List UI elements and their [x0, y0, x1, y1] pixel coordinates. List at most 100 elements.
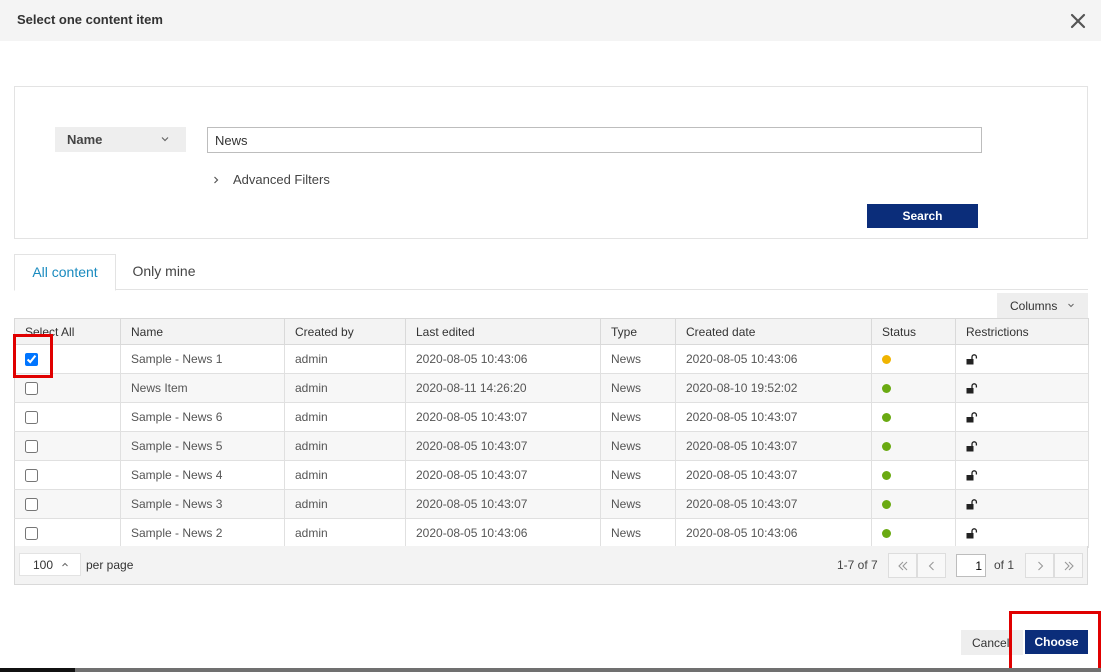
table-row[interactable]: News Item admin 2020-08-11 14:26:20 News 202…	[14, 373, 1089, 403]
chevron-right-icon	[214, 176, 219, 184]
double-chevron-left-icon	[898, 561, 908, 571]
cell-status	[871, 402, 956, 432]
total-pages-label: of 1	[994, 558, 1015, 572]
tab-all-content[interactable]: All content	[14, 254, 116, 291]
cancel-button[interactable]: Cancel	[961, 630, 1023, 655]
column-header-restrictions[interactable]: Restrictions	[955, 318, 1089, 345]
cell-last-edited: 2020-08-11 14:26:20	[405, 373, 601, 403]
columns-button-label: Columns	[1010, 298, 1058, 313]
unlock-icon	[966, 441, 978, 452]
dialog-title: Select one content item	[17, 12, 163, 27]
cell-type: News	[600, 518, 676, 548]
per-page-value: 100	[33, 558, 54, 572]
dialog-header: Select one content item	[0, 0, 1101, 41]
cell-status	[871, 460, 956, 490]
cell-last-edited: 2020-08-05 10:43:06	[405, 344, 601, 374]
cell-type: News	[600, 489, 676, 519]
row-select-checkbox[interactable]	[25, 469, 38, 483]
advanced-filters-label: Advanced Filters	[233, 172, 330, 187]
next-page-button[interactable]	[1025, 553, 1054, 578]
cell-created-date: 2020-08-05 10:43:07	[675, 460, 872, 490]
cell-type: News	[600, 402, 676, 432]
cell-name: Sample - News 1	[120, 344, 285, 374]
search-input[interactable]	[207, 127, 982, 153]
cell-select	[14, 518, 121, 548]
content-tabs: All content Only mine	[14, 254, 1088, 291]
close-icon[interactable]	[1068, 11, 1088, 31]
row-select-checkbox[interactable]	[25, 527, 38, 541]
cell-last-edited: 2020-08-05 10:43:07	[405, 431, 601, 461]
columns-button[interactable]: Columns	[997, 293, 1088, 318]
cell-status	[871, 344, 956, 374]
cell-name: Sample - News 5	[120, 431, 285, 461]
bottom-scrollbar-thumb[interactable]	[0, 668, 75, 672]
cell-created-by: admin	[284, 431, 406, 461]
row-select-checkbox[interactable]	[25, 440, 38, 454]
unlock-icon	[966, 412, 978, 423]
table-row[interactable]: Sample - News 6 admin 2020-08-05 10:43:07 N…	[14, 402, 1089, 432]
status-dot-icon	[882, 529, 891, 539]
row-select-checkbox[interactable]	[25, 498, 38, 512]
cell-restrictions	[955, 402, 1089, 432]
search-button[interactable]: Search	[867, 204, 978, 228]
status-dot-icon	[882, 413, 891, 423]
cell-type: News	[600, 373, 676, 403]
cell-created-date: 2020-08-05 10:43:07	[675, 402, 872, 432]
row-select-checkbox[interactable]	[25, 411, 38, 425]
choose-button[interactable]: Choose	[1025, 630, 1088, 654]
cell-status	[871, 489, 956, 519]
column-header-created-date[interactable]: Created date	[675, 318, 872, 345]
cell-status	[871, 518, 956, 548]
cell-restrictions	[955, 431, 1089, 461]
pagination-bar: 100 per page 1-7 of 7 of 1	[14, 546, 1088, 585]
column-header-status[interactable]: Status	[871, 318, 956, 345]
row-select-checkbox[interactable]	[25, 382, 38, 396]
tab-only-mine[interactable]: Only mine	[116, 254, 212, 290]
chevron-right-icon	[1038, 561, 1044, 571]
unlock-icon	[966, 383, 978, 394]
chevron-down-icon	[1068, 303, 1074, 308]
cell-created-date: 2020-08-05 10:43:06	[675, 344, 872, 374]
per-page-label: per page	[86, 558, 134, 572]
cell-type: News	[600, 344, 676, 374]
cell-select	[14, 373, 121, 403]
first-page-button[interactable]	[888, 553, 917, 578]
cell-created-date: 2020-08-05 10:43:06	[675, 518, 872, 548]
cell-name: Sample - News 2	[120, 518, 285, 548]
cell-created-by: admin	[284, 373, 406, 403]
table-row[interactable]: Sample - News 4 admin 2020-08-05 10:43:07 N…	[14, 460, 1089, 490]
previous-page-button[interactable]	[917, 553, 946, 578]
filter-panel: Name Advanced Filters Search	[14, 86, 1088, 239]
cell-restrictions	[955, 460, 1089, 490]
table-row[interactable]: Sample - News 1 admin 2020-08-05 10:43:06 N…	[14, 344, 1089, 374]
cell-restrictions	[955, 373, 1089, 403]
table-row[interactable]: Sample - News 2 admin 2020-08-05 10:43:06 N…	[14, 518, 1089, 548]
field-select-dropdown[interactable]: Name	[55, 127, 186, 152]
cell-restrictions	[955, 489, 1089, 519]
column-header-type[interactable]: Type	[600, 318, 676, 345]
current-page-input[interactable]	[956, 554, 986, 577]
cell-restrictions	[955, 518, 1089, 548]
cell-last-edited: 2020-08-05 10:43:07	[405, 402, 601, 432]
column-header-last-edited[interactable]: Last edited	[405, 318, 601, 345]
cell-created-by: admin	[284, 489, 406, 519]
cell-select	[14, 460, 121, 490]
row-select-checkbox[interactable]	[25, 353, 38, 367]
cell-status	[871, 373, 956, 403]
cell-type: News	[600, 431, 676, 461]
status-dot-icon	[882, 471, 891, 481]
unlock-icon	[966, 528, 978, 539]
table-row[interactable]: Sample - News 3 admin 2020-08-05 10:43:07 N…	[14, 489, 1089, 519]
cell-select	[14, 431, 121, 461]
bottom-scrollbar-track	[0, 668, 1101, 672]
per-page-select[interactable]: 100	[19, 553, 81, 576]
column-header-created-by[interactable]: Created by	[284, 318, 406, 345]
cell-created-by: admin	[284, 518, 406, 548]
table-row[interactable]: Sample - News 5 admin 2020-08-05 10:43:07 N…	[14, 431, 1089, 461]
field-select-label: Name	[67, 132, 103, 147]
unlock-icon	[966, 499, 978, 510]
column-header-name[interactable]: Name	[120, 318, 285, 345]
cell-select	[14, 489, 121, 519]
last-page-button[interactable]	[1054, 553, 1083, 578]
column-header-select-all[interactable]: Select All	[14, 318, 121, 345]
